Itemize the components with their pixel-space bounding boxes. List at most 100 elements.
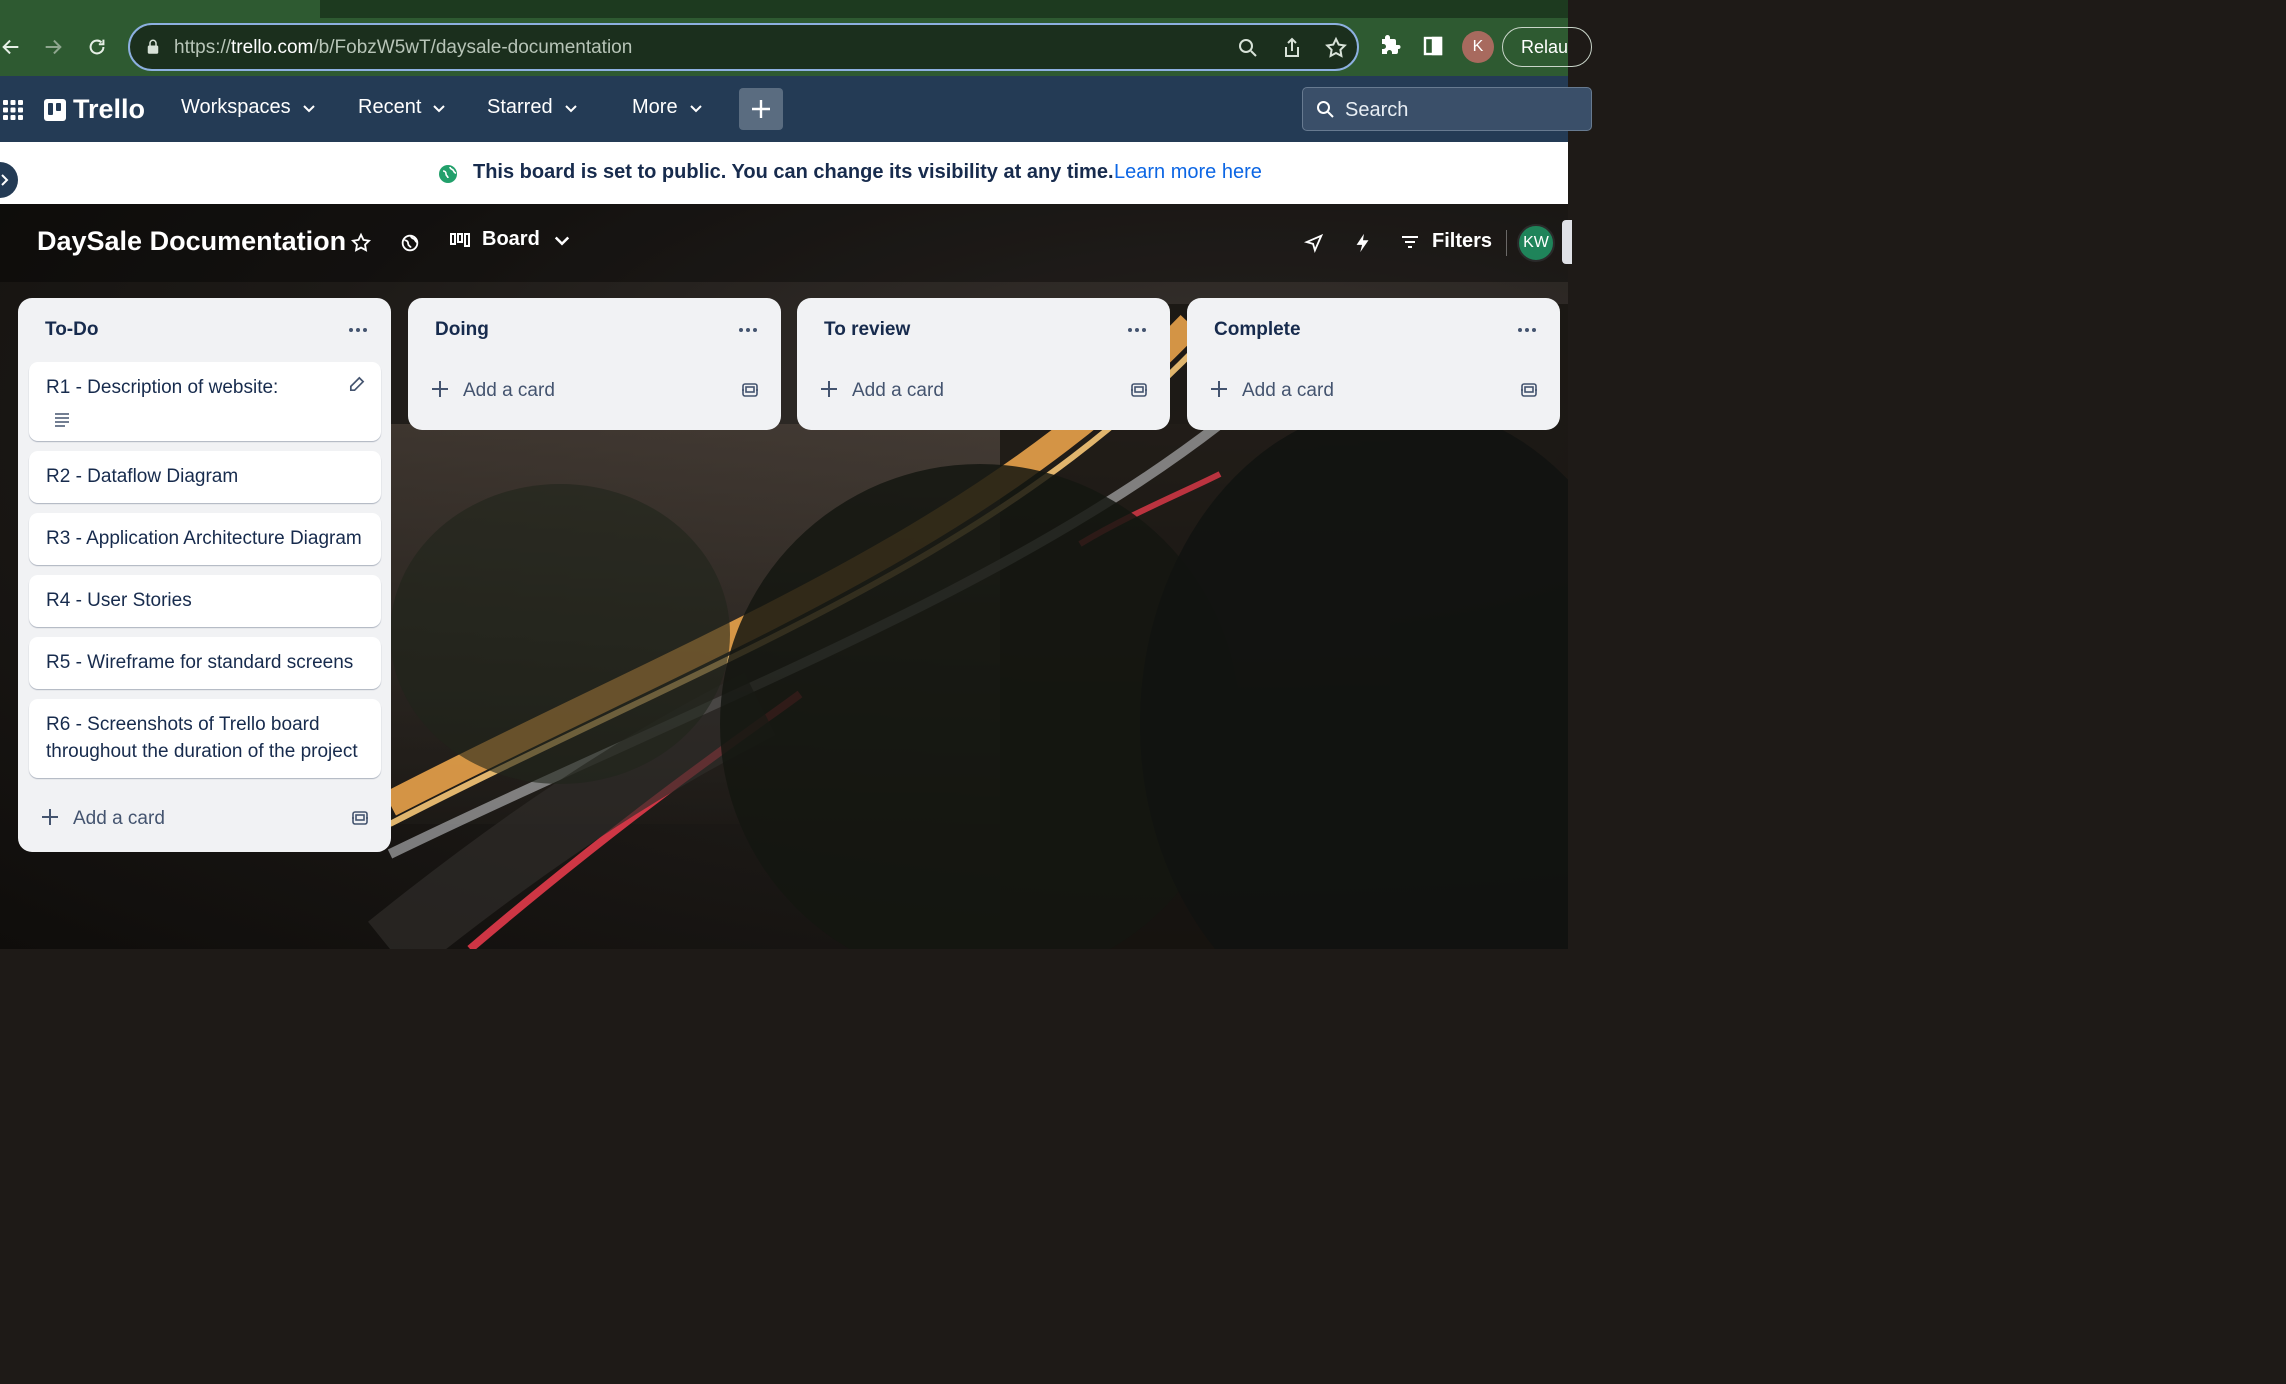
list-header: To review <box>797 298 1170 362</box>
back-arrow-icon[interactable] <box>0 32 26 62</box>
menu-recent[interactable]: Recent <box>358 96 447 119</box>
plus-icon <box>1211 381 1227 397</box>
browser-profile-avatar[interactable]: K <box>1462 31 1494 63</box>
app-switcher-grid-icon[interactable] <box>2 99 24 121</box>
board-view-label: Board <box>482 228 540 250</box>
chevron-down-icon <box>554 236 569 246</box>
card[interactable]: R3 - Application Architecture Diagram <box>29 513 381 565</box>
card-title: R1 - Description of website: <box>46 377 279 398</box>
board-header-bar: DaySale Documentation Board Filters KW <box>0 204 1572 282</box>
card-template-icon[interactable] <box>351 809 369 827</box>
member-avatar[interactable]: KW <box>1517 224 1555 262</box>
board-title[interactable]: DaySale Documentation <box>37 226 346 257</box>
automation-lightning-icon[interactable] <box>1352 232 1374 254</box>
search-icon <box>1317 101 1334 118</box>
list-title[interactable]: Doing <box>435 319 489 341</box>
star-icon[interactable] <box>350 232 372 254</box>
add-card-button[interactable]: Add a card <box>18 788 391 852</box>
share-icon[interactable] <box>1280 36 1304 60</box>
board-columns-icon <box>450 232 470 247</box>
list-header: Complete <box>1187 298 1560 362</box>
trello-logo-text: Trello <box>73 94 146 124</box>
card[interactable]: R2 - Dataflow Diagram <box>29 451 381 503</box>
power-ups-rocket-icon[interactable] <box>1303 232 1325 254</box>
filters-button[interactable]: Filters <box>1400 230 1492 253</box>
card[interactable]: R4 - User Stories <box>29 575 381 627</box>
menu-more[interactable]: More <box>632 96 704 119</box>
list-to-review: To review Add a card <box>797 298 1170 430</box>
more-dots-icon[interactable] <box>1126 320 1148 340</box>
description-lines-icon <box>55 413 69 427</box>
menu-starred[interactable]: Starred <box>487 96 579 119</box>
filters-label: Filters <box>1432 230 1493 252</box>
browser-tab-strip <box>0 0 1568 18</box>
more-dots-icon[interactable] <box>737 320 759 340</box>
plus-icon <box>752 100 770 118</box>
add-card-label: Add a card <box>1242 380 1334 401</box>
plus-icon <box>821 381 837 397</box>
add-card-button[interactable]: Add a card <box>408 360 781 430</box>
board-view-switcher[interactable]: Board <box>450 228 572 251</box>
visibility-banner: This board is set to public. You can cha… <box>0 142 1568 204</box>
relaunch-button[interactable]: Relau <box>1502 27 1592 67</box>
card-title: R5 - Wireframe for standard screens <box>46 652 354 673</box>
card-title: R4 - User Stories <box>46 590 192 611</box>
lock-icon <box>147 39 159 54</box>
card-title: R2 - Dataflow Diagram <box>46 466 239 487</box>
banner-message: This board is set to public. You can cha… <box>473 161 1114 183</box>
list-header: Doing <box>408 298 781 362</box>
card[interactable]: R1 - Description of website: <box>29 362 381 441</box>
globe-icon <box>439 165 457 183</box>
list-complete: Complete Add a card <box>1187 298 1560 430</box>
more-dots-icon[interactable] <box>347 320 369 340</box>
menu-recent-label: Recent <box>358 96 422 118</box>
card-template-icon[interactable] <box>1130 381 1148 399</box>
menu-more-label: More <box>632 96 678 118</box>
share-button-edge[interactable] <box>1562 220 1572 264</box>
chevron-down-icon <box>564 104 577 112</box>
chevron-down-icon <box>689 104 702 112</box>
menu-starred-label: Starred <box>487 96 553 118</box>
add-card-label: Add a card <box>852 380 944 401</box>
search-placeholder: Search <box>1345 99 1409 121</box>
address-bar[interactable]: https://trello.com/b/FobzW5wT/daysale-do… <box>128 23 1359 71</box>
add-card-label: Add a card <box>463 380 555 401</box>
visibility-globe-icon[interactable] <box>399 232 421 254</box>
list-title[interactable]: To review <box>824 319 910 341</box>
add-card-button[interactable]: Add a card <box>1187 360 1560 430</box>
trello-logo[interactable]: Trello <box>44 94 145 125</box>
plus-icon <box>42 809 58 825</box>
chevron-down-icon <box>302 104 315 112</box>
trello-logo-icon <box>44 98 66 121</box>
add-card-button[interactable]: Add a card <box>797 360 1170 430</box>
zoom-search-icon[interactable] <box>1236 36 1260 60</box>
forward-arrow-icon[interactable] <box>38 32 68 62</box>
side-panel-icon[interactable] <box>1421 34 1445 58</box>
list-title[interactable]: Complete <box>1214 319 1301 341</box>
sidebar-expand-toggle[interactable] <box>0 162 18 198</box>
list-title[interactable]: To-Do <box>45 319 98 341</box>
browser-toolbar: https://trello.com/b/FobzW5wT/daysale-do… <box>0 18 1592 76</box>
list-header: To-Do <box>18 298 391 362</box>
list-to-do: To-Do R1 - Description of website: R2 - … <box>18 298 391 852</box>
card[interactable]: R6 - Screenshots of Trello board through… <box>29 699 381 778</box>
more-dots-icon[interactable] <box>1516 320 1538 340</box>
reload-icon[interactable] <box>82 32 112 62</box>
card[interactable]: R5 - Wireframe for standard screens <box>29 637 381 689</box>
toolbar-divider <box>1506 230 1507 256</box>
card-title: R6 - Screenshots of Trello board through… <box>46 714 358 762</box>
menu-workspaces-label: Workspaces <box>181 96 291 118</box>
bookmark-star-icon[interactable] <box>1324 36 1348 60</box>
browser-active-tab[interactable] <box>0 0 320 18</box>
learn-more-link[interactable]: Learn more here <box>1114 161 1262 184</box>
menu-workspaces[interactable]: Workspaces <box>181 96 317 119</box>
card-template-icon[interactable] <box>741 381 759 399</box>
trello-header: Trello Workspaces Recent Starred More Se… <box>0 76 1592 142</box>
search-input[interactable]: Search <box>1302 87 1592 131</box>
url-text: https://trello.com/b/FobzW5wT/daysale-do… <box>174 37 633 58</box>
pencil-edit-icon[interactable] <box>348 376 365 393</box>
card-template-icon[interactable] <box>1520 381 1538 399</box>
chevron-down-icon <box>433 104 446 112</box>
extensions-puzzle-icon[interactable] <box>1378 34 1402 58</box>
create-button[interactable] <box>739 88 783 130</box>
